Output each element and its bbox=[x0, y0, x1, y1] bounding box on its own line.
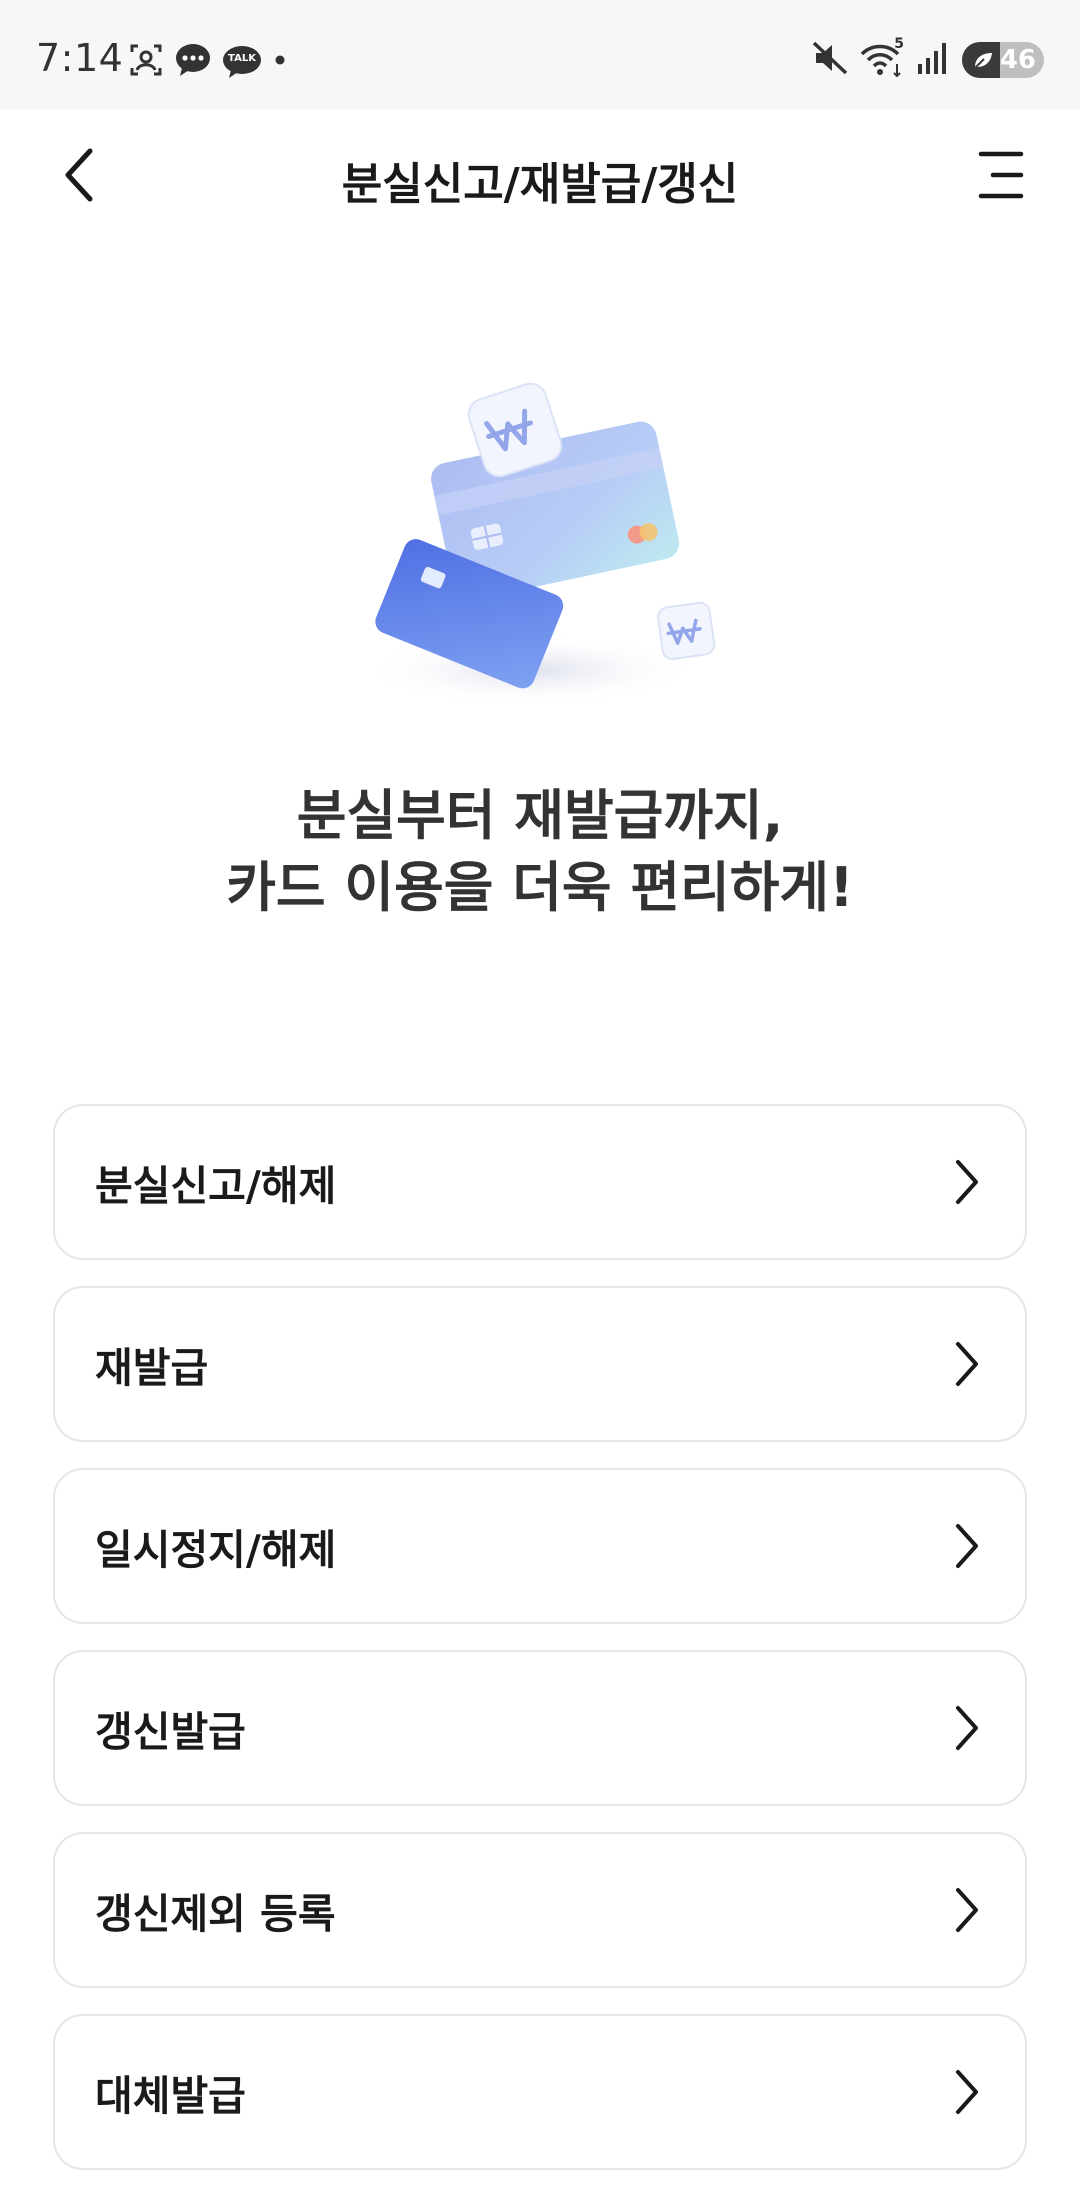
chat-bubble-icon bbox=[174, 42, 212, 82]
menu-item-label: 재발급 bbox=[95, 1344, 209, 1392]
menu-button[interactable] bbox=[960, 140, 1040, 210]
signal-icon bbox=[916, 40, 950, 80]
battery-level: 46 bbox=[999, 45, 1036, 75]
chevron-right-icon bbox=[947, 1703, 987, 1753]
talk-label: TALK bbox=[228, 53, 256, 64]
chevron-right-icon bbox=[947, 1521, 987, 1571]
menu-item-5[interactable]: 갱신제외 등록 bbox=[53, 1832, 1027, 1988]
battery-icon: 46 bbox=[962, 42, 1044, 78]
status-system-icons: 5 46 bbox=[812, 36, 1044, 80]
chevron-right-icon bbox=[947, 2067, 987, 2117]
menu-item-label: 갱신제외 등록 bbox=[95, 1890, 336, 1938]
chevron-right-icon bbox=[947, 1339, 987, 1389]
menu-item-label: 갱신발급 bbox=[95, 1708, 246, 1756]
screenshot-icon bbox=[128, 42, 164, 82]
hamburger-menu-icon bbox=[978, 151, 1024, 199]
hero-line-1: 분실부터 재발급까지, bbox=[296, 784, 784, 847]
menu-item-1[interactable]: 분실신고/해제 bbox=[53, 1104, 1027, 1260]
status-bar: 7:14 TALK 5 46 bbox=[0, 0, 1080, 110]
wifi-badge: 5 bbox=[894, 36, 904, 52]
power-saving-icon bbox=[973, 53, 992, 70]
wifi-icon: 5 bbox=[860, 36, 904, 78]
menu-item-4[interactable]: 갱신발급 bbox=[53, 1650, 1027, 1806]
status-time: 7:14 bbox=[36, 36, 124, 80]
status-notification-icons: TALK bbox=[128, 42, 288, 82]
chevron-right-icon bbox=[947, 1885, 987, 1935]
mute-icon bbox=[812, 40, 848, 80]
menu-item-2[interactable]: 재발급 bbox=[53, 1286, 1027, 1442]
app-header: 분실신고/재발급/갱신 bbox=[0, 110, 1080, 242]
chevron-right-icon bbox=[947, 1157, 987, 1207]
menu-item-label: 대체발급 bbox=[95, 2072, 246, 2120]
cards-illustration bbox=[340, 360, 740, 720]
dot-icon bbox=[272, 52, 288, 72]
page-title: 분실신고/재발급/갱신 bbox=[341, 159, 739, 210]
menu-item-3[interactable]: 일시정지/해제 bbox=[53, 1468, 1027, 1624]
hero-line-2: 카드 이용을 더욱 편리하게! bbox=[226, 856, 854, 919]
menu-item-6[interactable]: 대체발급 bbox=[53, 2014, 1027, 2170]
hero-headline: 분실부터 재발급까지, 카드 이용을 더욱 편리하게! bbox=[0, 780, 1080, 924]
menu-item-label: 분실신고/해제 bbox=[95, 1162, 337, 1210]
kakaotalk-icon: TALK bbox=[222, 44, 262, 80]
menu-item-label: 일시정지/해제 bbox=[95, 1526, 337, 1574]
service-menu-list: 분실신고/해제 재발급 일시정지/해제 갱신발급 갱신제외 등록 대체발급 bbox=[53, 1104, 1027, 2196]
